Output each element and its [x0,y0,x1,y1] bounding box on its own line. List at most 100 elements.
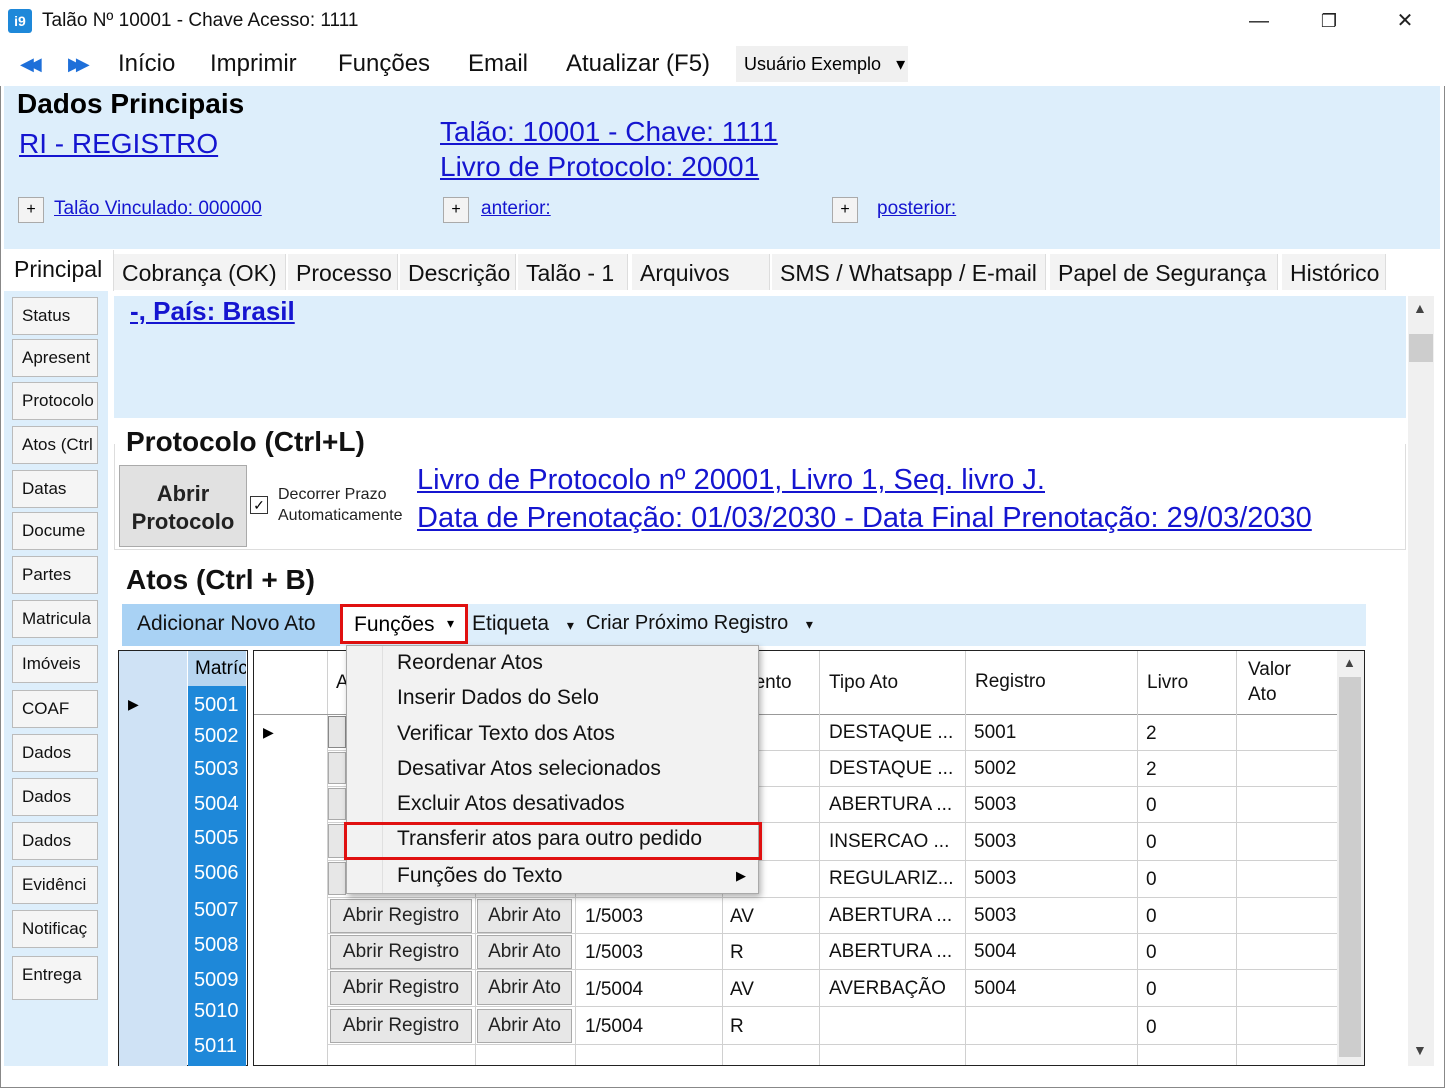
numero-cell[interactable]: 1/5004 [585,1016,643,1038]
abrir-ato-button[interactable]: Abrir Ato [477,971,572,1005]
livro-cell[interactable]: 0 [1146,1017,1157,1039]
close-button[interactable]: ✕ [1382,4,1428,38]
tipo-ato-cell[interactable]: ABERTURA ... [829,941,952,963]
livro-cell[interactable]: 0 [1146,795,1157,817]
side-button-matricula[interactable]: Matricula [12,600,98,638]
matricula-cell[interactable]: 5006 [194,862,239,885]
tab-cobranca[interactable]: Cobrança (OK) [114,254,286,290]
abrir-registro-button[interactable] [328,716,346,748]
menu-imprimir[interactable]: Imprimir [210,50,297,78]
abrir-registro-button[interactable] [328,862,346,895]
column-header-livro[interactable]: Livro [1147,672,1188,694]
talao-chave-link[interactable]: Talão: 10001 - Chave: 1111 [440,116,778,148]
tipo-doc-cell[interactable]: R [730,1016,744,1038]
anterior-link[interactable]: anterior: [481,198,551,220]
livro-protocolo-link[interactable]: Livro de Protocolo: 20001 [440,151,759,183]
tipo-ato-cell[interactable]: DESTAQUE ... [829,758,953,780]
numero-cell[interactable]: 1/5003 [585,906,643,928]
add-talao-vinculado-button[interactable]: + [18,197,44,223]
side-button-status[interactable]: Status [12,297,98,335]
livro-cell[interactable]: 2 [1146,723,1157,745]
column-header-tipo-ato[interactable]: Tipo Ato [829,672,898,694]
menu-item-verificar-texto[interactable]: Verificar Texto dos Atos [397,722,615,746]
scroll-thumb[interactable] [1409,334,1433,362]
side-button-protocolo[interactable]: Protocolo [12,382,98,420]
registro-cell[interactable]: 5003 [974,794,1016,816]
abrir-ato-button[interactable]: Abrir Ato [477,899,572,933]
livro-cell[interactable]: 0 [1146,832,1157,854]
scroll-up-icon[interactable]: ▲ [1413,300,1427,316]
livro-cell[interactable]: 0 [1146,906,1157,928]
etiqueta-dropdown[interactable]: Etiqueta ▾ [472,612,574,636]
side-button-documentos[interactable]: Docume [12,512,98,550]
livro-cell[interactable]: 0 [1146,869,1157,891]
livro-cell[interactable]: 0 [1146,979,1157,1001]
side-button-notificacao[interactable]: Notificaç [12,910,98,948]
abrir-protocolo-button[interactable]: Abrir Protocolo [119,465,247,547]
registro-cell[interactable]: 5003 [974,831,1016,853]
menu-item-desativar-atos[interactable]: Desativar Atos selecionados [397,757,661,781]
numero-cell[interactable]: 1/5003 [585,942,643,964]
side-button-dados-3[interactable]: Dados [12,822,98,860]
talao-vinculado-link[interactable]: Talão Vinculado: 000000 [54,198,262,220]
registry-link[interactable]: RI - REGISTRO [19,128,218,160]
menu-item-transferir-atos[interactable]: Transferir atos para outro pedido [397,827,702,851]
tab-arquivos[interactable]: Arquivos (5) [632,254,770,313]
decorrer-prazo-checkbox[interactable]: ✓ [250,496,268,514]
tipo-ato-cell[interactable]: DESTAQUE ... [829,722,953,744]
livro-cell[interactable]: 0 [1146,942,1157,964]
main-scrollbar[interactable]: ▲ ▼ [1408,296,1434,1066]
abrir-registro-button[interactable]: Abrir Registro [330,1009,472,1043]
add-anterior-button[interactable]: + [443,197,469,223]
scroll-down-icon[interactable]: ▼ [1413,1042,1427,1058]
tab-processo[interactable]: Processo [288,254,398,290]
posterior-link[interactable]: posterior: [877,198,956,220]
abrir-registro-button[interactable]: Abrir Registro [330,971,472,1005]
add-posterior-button[interactable]: + [832,197,858,223]
tab-papel-seguranca[interactable]: Papel de Segurança [1050,254,1278,290]
tipo-ato-cell[interactable]: REGULARIZ... [829,868,954,890]
abrir-registro-button[interactable] [328,788,346,820]
side-button-apresentante[interactable]: Apresent [12,339,98,377]
matricula-column-header[interactable]: Matrícula [188,651,246,686]
tipo-doc-cell[interactable]: AV [730,906,754,928]
abrir-ato-button[interactable]: Abrir Ato [477,1009,572,1043]
abrir-registro-button[interactable]: Abrir Registro [330,935,472,969]
matricula-cell[interactable]: 5003 [194,758,239,781]
side-button-evidencias[interactable]: Evidênci [12,866,98,904]
menu-item-reordenar-atos[interactable]: Reordenar Atos [397,651,543,675]
registro-cell[interactable]: 5003 [974,868,1016,890]
livro-protocolo-info-link[interactable]: Livro de Protocolo nº 20001, Livro 1, Se… [417,464,1045,497]
abrir-registro-button[interactable] [328,752,346,784]
tab-sms-whatsapp-email[interactable]: SMS / Whatsapp / E-mail [772,254,1046,290]
tab-descricao[interactable]: Descrição [400,254,516,290]
matricula-cell[interactable]: 5009 [194,969,239,992]
side-button-atos[interactable]: Atos (Ctrl [12,426,98,464]
scroll-thumb[interactable] [1339,677,1361,1057]
registro-cell[interactable]: 5002 [974,758,1016,780]
tipo-ato-cell[interactable]: INSERCAO ... [829,831,949,853]
abrir-registro-button[interactable]: Abrir Registro [330,899,472,933]
tipo-ato-cell[interactable]: ABERTURA ... [829,905,952,927]
forward-arrow-icon[interactable]: ▶▶ [68,54,90,75]
add-ato-button[interactable]: Adicionar Novo Ato [122,604,340,646]
side-button-partes[interactable]: Partes [12,556,98,594]
side-button-entrega[interactable]: Entrega [12,956,98,1000]
atos-grid-scrollbar[interactable]: ▲ [1337,651,1364,1065]
maximize-button[interactable]: ❐ [1306,4,1352,38]
side-button-coaf[interactable]: COAF [12,690,98,728]
numero-cell[interactable]: 1/5004 [585,979,643,1001]
tab-historico[interactable]: Histórico [1282,254,1386,290]
matricula-cell[interactable]: 5005 [194,827,239,850]
menu-item-funcoes-texto[interactable]: Funções do Texto [397,864,562,888]
side-button-datas[interactable]: Datas [12,470,98,508]
matricula-cell[interactable]: 5002 [194,725,239,748]
livro-cell[interactable]: 2 [1146,759,1157,781]
minimize-button[interactable]: — [1236,4,1282,38]
scroll-up-icon[interactable]: ▲ [1343,655,1356,670]
back-arrow-icon[interactable]: ◀◀ [20,54,42,75]
user-dropdown[interactable]: Usuário Exemplo ▾ [736,46,908,82]
abrir-ato-button[interactable]: Abrir Ato [477,935,572,969]
side-button-dados-1[interactable]: Dados [12,734,98,772]
criar-proximo-registro-dropdown[interactable]: Criar Próximo Registro ▾ [586,612,813,635]
